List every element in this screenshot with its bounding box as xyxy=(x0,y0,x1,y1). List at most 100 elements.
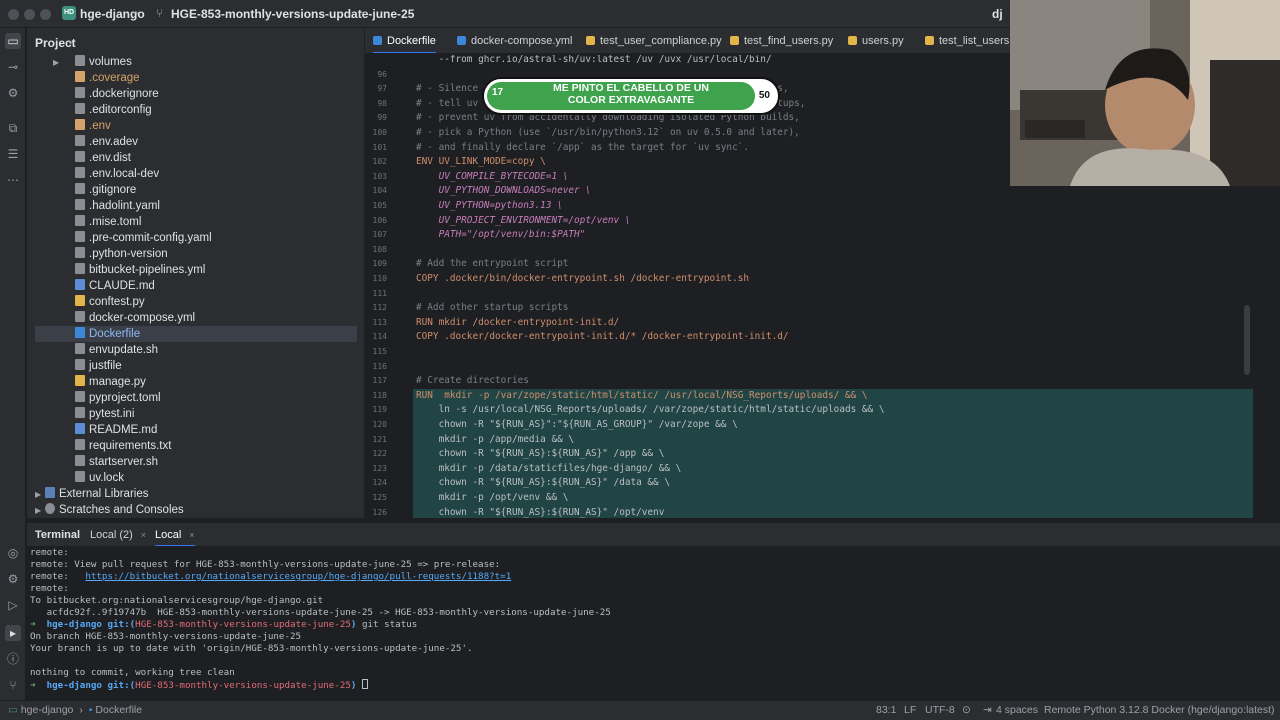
terminal-icon[interactable]: ▸ xyxy=(5,625,21,641)
chevron-right-icon[interactable]: ▶ xyxy=(35,487,45,503)
tree-item[interactable]: manage.py xyxy=(27,374,364,390)
tab-local[interactable]: Local × xyxy=(155,523,195,547)
tab-test-find-users[interactable]: test_find_users.py xyxy=(730,28,833,53)
tree-item[interactable]: envupdate.sh xyxy=(27,342,364,358)
close-icon[interactable]: × xyxy=(141,530,146,540)
code-line: 113 RUN mkdir /docker-entrypoint-init.d/ xyxy=(365,316,1255,331)
tab-dockerfile[interactable]: Dockerfile xyxy=(373,28,436,53)
tree-item-external-libraries[interactable]: ▶ External Libraries xyxy=(27,486,364,502)
code-line: 124 chown -R "${RUN_AS}:${RUN_AS}" /data… xyxy=(373,476,1253,491)
python-console-icon[interactable]: ◎ xyxy=(5,545,21,561)
structure-icon[interactable]: ⧉ xyxy=(5,120,21,136)
terminal-panel-title[interactable]: Terminal xyxy=(35,523,80,547)
file-icon xyxy=(75,167,85,178)
breadcrumb-file[interactable]: Dockerfile xyxy=(95,704,142,716)
scratches-icon xyxy=(45,503,55,514)
python-interpreter[interactable]: Remote Python 3.12.8 Docker (hge/django:… xyxy=(1044,701,1275,720)
indent-icon: ⇥ xyxy=(983,704,992,716)
tree-item[interactable]: conftest.py xyxy=(27,294,364,310)
project-badge[interactable]: HD xyxy=(62,6,76,20)
window-zoom-button[interactable] xyxy=(40,9,51,20)
prompt-part: ➜ xyxy=(30,619,47,630)
file-encoding[interactable]: UTF-8 xyxy=(925,701,955,720)
window-close-button[interactable] xyxy=(8,9,19,20)
tree-item-label: Scratches and Consoles xyxy=(59,504,184,516)
tree-item-label: README.md xyxy=(89,424,158,436)
close-icon[interactable]: × xyxy=(189,530,194,540)
tab-local-2[interactable]: Local (2) × xyxy=(90,523,146,547)
lock-icon[interactable]: ⊙ xyxy=(962,701,971,720)
tree-item-label: bitbucket-pipelines.yml xyxy=(89,264,206,276)
tree-item[interactable]: pytest.ini xyxy=(27,406,364,422)
tree-item[interactable]: .pre-commit-config.yaml xyxy=(27,230,364,246)
git-icon[interactable]: ⑂ xyxy=(5,677,21,693)
tree-item[interactable]: README.md xyxy=(27,422,364,438)
tree-item[interactable]: docker-compose.yml xyxy=(27,310,364,326)
window-minimize-button[interactable] xyxy=(24,9,35,20)
tree-item[interactable]: .env.adev xyxy=(27,134,364,150)
line-number: 99 xyxy=(377,113,387,123)
editor-scrollbar[interactable] xyxy=(1244,305,1250,375)
tree-item[interactable]: uv.lock xyxy=(27,470,364,486)
commit-icon[interactable]: ⊸ xyxy=(5,59,21,75)
tree-item[interactable]: .gitignore xyxy=(27,182,364,198)
tree-item[interactable]: .env.local-dev xyxy=(27,166,364,182)
chevron-right-icon[interactable]: ▶ xyxy=(35,503,45,518)
tree-item[interactable]: .dockerignore xyxy=(27,86,364,102)
file-icon xyxy=(75,423,85,434)
tree-item[interactable]: Dockerfile xyxy=(35,326,357,342)
line-number: 105 xyxy=(372,201,387,210)
terminal-prompt[interactable]: ➜ hge-django git:(HGE-853-monthly-versio… xyxy=(30,679,368,691)
breadcrumb-project[interactable]: hge-django xyxy=(21,704,74,716)
file-icon xyxy=(75,199,85,210)
tree-item[interactable]: bitbucket-pipelines.yml xyxy=(27,262,364,278)
services-icon[interactable]: ⚙ xyxy=(5,571,21,587)
tree-item[interactable]: .coverage xyxy=(27,70,364,86)
run-icon[interactable]: ▷ xyxy=(5,597,21,613)
tree-item-scratches[interactable]: ▶ Scratches and Consoles xyxy=(27,502,364,518)
branch-name[interactable]: HGE-853-monthly-versions-update-june-25 xyxy=(171,7,414,21)
tree-item[interactable]: .mise.toml xyxy=(27,214,364,230)
indent-setting[interactable]: 4 spaces xyxy=(996,701,1038,720)
file-icon xyxy=(75,183,85,194)
code-line: 125 mkdir -p /opt/venv && \ xyxy=(373,491,1253,506)
folder-icon[interactable]: ▭ xyxy=(5,33,21,49)
tree-item[interactable]: CLAUDE.md xyxy=(27,278,364,294)
tree-item-label: .env.local-dev xyxy=(89,168,160,180)
plugins-icon[interactable]: ⚙ xyxy=(5,85,21,101)
line-number: 118 xyxy=(372,390,387,400)
tree-item[interactable]: .editorconfig xyxy=(27,102,364,118)
tree-item[interactable]: startserver.sh xyxy=(27,454,364,470)
line-separator[interactable]: LF xyxy=(904,701,916,720)
code-line: 109 # Add the entrypoint script xyxy=(365,257,1255,272)
terminal-cursor xyxy=(361,679,368,689)
tree-item[interactable]: .env xyxy=(27,118,364,134)
code-line: 121 mkdir -p /app/media && \ xyxy=(373,432,1253,448)
cursor-position[interactable]: 83:1 xyxy=(876,701,896,720)
library-icon xyxy=(45,487,55,498)
chevron-right-icon[interactable]: ▶ xyxy=(53,55,75,71)
file-icon xyxy=(75,471,85,482)
chevron-down-icon[interactable]: ⌄ xyxy=(133,6,141,17)
tree-item[interactable]: requirements.txt xyxy=(27,438,364,454)
tab-test-user-compliance[interactable]: test_user_compliance.py xyxy=(586,28,722,53)
more-icon[interactable]: ⋯ xyxy=(5,172,21,188)
pull-request-link[interactable]: https://bitbucket.org/nationalservicesgr… xyxy=(85,571,511,582)
tree-item[interactable]: pyproject.toml xyxy=(27,390,364,406)
tab-label: Local (2) xyxy=(90,529,133,541)
tab-users[interactable]: users.py xyxy=(848,28,904,53)
tree-item[interactable]: .hadolint.yaml xyxy=(27,198,364,214)
chevron-down-icon[interactable]: ⌄ xyxy=(67,36,75,47)
tree-item[interactable]: ▶ volumes xyxy=(27,54,364,70)
problems-icon[interactable]: ⓘ xyxy=(5,651,21,667)
tree-item[interactable]: justfile xyxy=(27,358,364,374)
tree-item[interactable]: .python-version xyxy=(27,246,364,262)
tab-docker-compose[interactable]: docker-compose.yml xyxy=(457,28,572,53)
terminal-output[interactable]: remote: remote: View pull request for HGE… xyxy=(27,546,1280,700)
file-icon xyxy=(75,135,85,146)
terminal-prompt[interactable]: ➜ hge-django git:(HGE-853-monthly-versio… xyxy=(30,619,417,631)
tree-item[interactable]: .env.dist xyxy=(27,150,364,166)
chevron-down-icon[interactable]: ⌄ xyxy=(359,6,367,17)
code-text: COPY .docker/docker-entrypoint-init.d/* … xyxy=(416,331,789,343)
bookmarks-icon[interactable]: ☰ xyxy=(5,146,21,162)
